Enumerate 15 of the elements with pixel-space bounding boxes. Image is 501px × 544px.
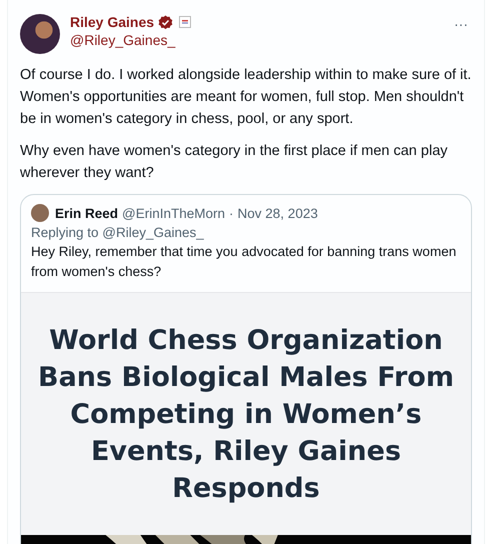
replying-to-text: Replying to @Riley_Gaines_ (30, 224, 205, 240)
author-name[interactable]: Riley Gaines (70, 14, 154, 30)
post-date[interactable]: Nov 28, 2023 (238, 206, 318, 220)
author-handle[interactable]: @Riley_Gaines_ (70, 32, 440, 48)
quoted-post[interactable] (20, 194, 472, 544)
more-button[interactable]: ··· (450, 16, 472, 32)
article-headline: World Chess Organization Bans Biological Males From Competing in Women’s Events, Riley Gaines Responds (37, 324, 455, 506)
affiliation-icon (179, 16, 192, 28)
avatar[interactable] (20, 14, 60, 54)
quoted-author-handle[interactable]: @ErinInTheMorn (122, 206, 226, 220)
separator: · (229, 206, 234, 220)
quoted-author-name[interactable]: Erin Reed (55, 206, 118, 220)
post-text: Of course I do. I worked alongside leadership within to make sure of it. Women's opportunities are meant for women, full stop. Men shouldn't be in women's category in chess, pool, or any sport. (20, 66, 472, 129)
quoted-post-text: Hey Riley, remember that time you advocated for banning trans women from women's chess? (30, 243, 458, 281)
post-text: Why even have women's category in the first place if men can play wherever they want? (20, 142, 449, 183)
